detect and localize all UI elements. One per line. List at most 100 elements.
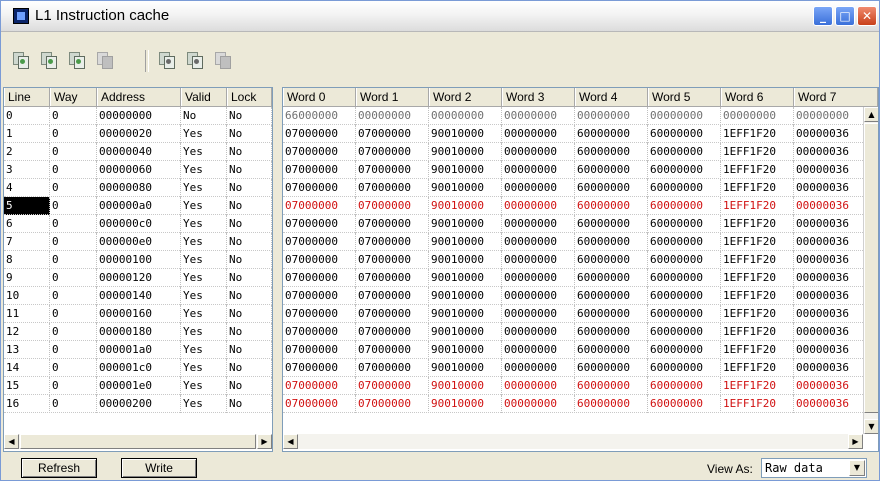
table-row[interactable]: 12 0 00000180 Yes No <box>4 323 272 341</box>
table-row[interactable]: 7 0 000000e0 Yes No <box>4 233 272 251</box>
scroll-down-button[interactable]: ▼ <box>864 419 878 434</box>
lock-icon[interactable] <box>97 52 113 69</box>
vertical-scrollbar[interactable]: ▲ ▼ <box>863 107 878 434</box>
table-row[interactable]: 4 0 00000080 Yes No <box>4 179 272 197</box>
table-row[interactable]: 07000000 07000000 90010000 00000000 60000000… <box>283 179 867 197</box>
table-row[interactable]: 2 0 00000040 Yes No <box>4 143 272 161</box>
cell-address: 00000100 <box>99 253 152 266</box>
table-row[interactable]: 07000000 07000000 90010000 00000000 60000000… <box>283 125 867 143</box>
column-header-line[interactable]: Line <box>4 88 50 106</box>
cell-line: 7 <box>6 235 13 248</box>
write-button[interactable]: Write <box>121 458 197 478</box>
table-row[interactable]: 07000000 07000000 90010000 00000000 60000000… <box>283 269 867 287</box>
toolbar-separator <box>145 50 149 72</box>
table-row[interactable]: 1 0 00000020 Yes No <box>4 125 272 143</box>
table-row[interactable]: 10 0 00000140 Yes No <box>4 287 272 305</box>
cell-valid: Yes <box>183 127 203 140</box>
cell-way: 0 <box>52 145 59 158</box>
save-icon[interactable] <box>159 52 175 69</box>
horizontal-scrollbar[interactable]: ◀ ▶ <box>4 434 272 449</box>
clear-icon[interactable] <box>215 52 231 69</box>
scroll-left-button[interactable]: ◀ <box>283 434 298 449</box>
table-row[interactable]: 13 0 000001a0 Yes No <box>4 341 272 359</box>
column-header-word-6[interactable]: Word 6 <box>721 88 794 106</box>
cell-address: 00000120 <box>99 271 152 284</box>
cell-word-2: 00000000 <box>431 109 484 122</box>
table-row[interactable]: 07000000 07000000 90010000 00000000 60000000… <box>283 359 867 377</box>
scroll-up-button[interactable]: ▲ <box>864 107 878 122</box>
invalidate-line-icon[interactable] <box>41 52 57 69</box>
table-row[interactable]: 11 0 00000160 Yes No <box>4 305 272 323</box>
column-header-word-5[interactable]: Word 5 <box>648 88 721 106</box>
cell-word-4: 60000000 <box>577 145 630 158</box>
table-row[interactable]: 66000000 00000000 00000000 00000000 00000000… <box>283 107 867 125</box>
cache-words-table[interactable]: Word 0 Word 1 Word 2 Word 3 Word 4 Word … <box>282 87 879 452</box>
refresh-line-icon[interactable] <box>69 52 85 69</box>
title-bar[interactable]: L1 Instruction cache _ □ ✕ <box>1 1 879 32</box>
cell-word-5: 60000000 <box>650 253 703 266</box>
view-as-label: View As: <box>707 462 753 476</box>
table-row[interactable]: 9 0 00000120 Yes No <box>4 269 272 287</box>
column-gridline <box>271 107 272 125</box>
column-header-address[interactable]: Address <box>97 88 181 106</box>
table-row[interactable]: 07000000 07000000 90010000 00000000 60000000… <box>283 143 867 161</box>
column-header-valid[interactable]: Valid <box>181 88 227 106</box>
chevron-down-icon[interactable]: ▼ <box>849 460 865 476</box>
column-header-word-4[interactable]: Word 4 <box>575 88 648 106</box>
column-header-word-1[interactable]: Word 1 <box>356 88 429 106</box>
cell-word-4: 60000000 <box>577 127 630 140</box>
cell-word-6: 1EFF1F20 <box>723 163 776 176</box>
table-row[interactable]: 07000000 07000000 90010000 00000000 60000000… <box>283 251 867 269</box>
table-row[interactable]: 15 0 000001e0 Yes No <box>4 377 272 395</box>
column-header-way[interactable]: Way <box>50 88 97 106</box>
scrollbar-thumb[interactable] <box>20 434 256 449</box>
table-row[interactable]: 0 0 00000000 No No <box>4 107 272 125</box>
table-row[interactable]: 6 0 000000c0 Yes No <box>4 215 272 233</box>
scroll-right-button[interactable]: ▶ <box>257 434 272 449</box>
cell-word-2: 90010000 <box>431 289 484 302</box>
cell-valid: Yes <box>183 397 203 410</box>
minimize-button[interactable]: _ <box>813 6 833 26</box>
table-row[interactable]: 07000000 07000000 90010000 00000000 60000000… <box>283 287 867 305</box>
table-row[interactable]: 07000000 07000000 90010000 00000000 60000000… <box>283 215 867 233</box>
table-row[interactable]: 5 0 000000a0 Yes No <box>4 197 272 215</box>
cell-address: 00000060 <box>99 163 152 176</box>
close-button[interactable]: ✕ <box>857 6 877 26</box>
table-row[interactable]: 07000000 07000000 90010000 00000000 60000000… <box>283 341 867 359</box>
column-header-lock[interactable]: Lock <box>227 88 272 106</box>
cell-line: 14 <box>6 361 20 374</box>
table-row[interactable]: 07000000 07000000 90010000 00000000 60000000… <box>283 323 867 341</box>
cache-lines-table[interactable]: Line Way Address Valid Lock 0 0 00000000 No… <box>3 87 273 452</box>
refresh-button[interactable]: Refresh <box>21 458 97 478</box>
scrollbar-thumb[interactable] <box>864 123 878 413</box>
cell-way: 0 <box>52 217 59 230</box>
table-row[interactable]: 07000000 07000000 90010000 00000000 60000000… <box>283 197 867 215</box>
table-row[interactable]: 8 0 00000100 Yes No <box>4 251 272 269</box>
table-row[interactable]: 07000000 07000000 90010000 00000000 60000000… <box>283 161 867 179</box>
view-as-dropdown[interactable]: Raw data ▼ <box>761 458 867 478</box>
table-row[interactable]: 3 0 00000060 Yes No <box>4 161 272 179</box>
cell-lock: No <box>229 343 243 356</box>
cell-word-6: 1EFF1F20 <box>723 127 776 140</box>
column-gridline <box>271 161 272 179</box>
column-header-word-2[interactable]: Word 2 <box>429 88 502 106</box>
cell-valid: Yes <box>183 199 203 212</box>
column-header-word-7[interactable]: Word 7 <box>794 88 878 106</box>
cell-word-3: 00000000 <box>504 145 557 158</box>
horizontal-scrollbar[interactable]: ◀ ▶ <box>283 434 863 449</box>
table-row[interactable]: 07000000 07000000 90010000 00000000 60000000… <box>283 305 867 323</box>
maximize-button[interactable]: □ <box>835 6 855 26</box>
table-row[interactable]: 07000000 07000000 90010000 00000000 60000000… <box>283 395 867 413</box>
table-row[interactable]: 16 0 00000200 Yes No <box>4 395 272 413</box>
load-icon[interactable] <box>187 52 203 69</box>
cell-address: 000000a0 <box>99 199 152 212</box>
table-row[interactable]: 07000000 07000000 90010000 00000000 60000000… <box>283 233 867 251</box>
column-header-word-0[interactable]: Word 0 <box>283 88 356 106</box>
scroll-right-button[interactable]: ▶ <box>848 434 863 449</box>
cell-word-1: 07000000 <box>358 235 411 248</box>
scroll-left-button[interactable]: ◀ <box>4 434 19 449</box>
table-row[interactable]: 14 0 000001c0 Yes No <box>4 359 272 377</box>
invalidate-all-icon[interactable] <box>13 52 29 69</box>
table-row[interactable]: 07000000 07000000 90010000 00000000 60000000… <box>283 377 867 395</box>
column-header-word-3[interactable]: Word 3 <box>502 88 575 106</box>
